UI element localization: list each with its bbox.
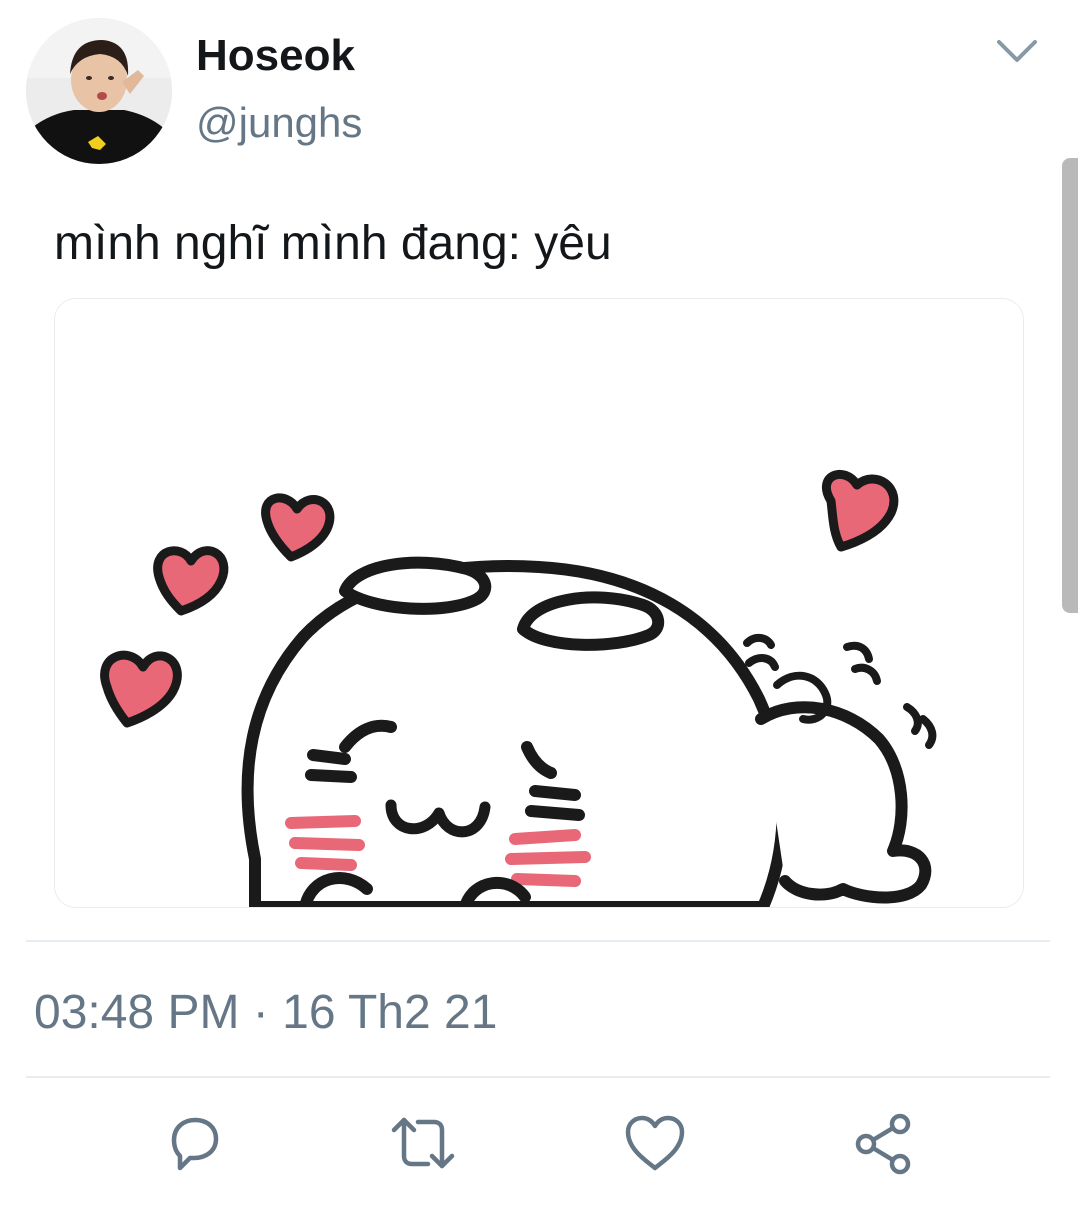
timestamp-separator: · <box>252 986 269 1039</box>
share-button[interactable] <box>852 1110 918 1176</box>
display-name[interactable]: Hoseok <box>196 30 355 82</box>
retweet-icon <box>391 1117 455 1169</box>
chevron-down-icon[interactable] <box>994 34 1040 68</box>
divider <box>26 940 1050 942</box>
retweet-button[interactable] <box>390 1110 456 1176</box>
tweet-media[interactable] <box>54 298 1024 908</box>
share-icon <box>855 1113 911 1175</box>
reply-icon <box>171 1117 219 1171</box>
avatar-image <box>26 18 172 164</box>
tweet-text: mình nghĩ mình đang: yêu <box>54 217 612 270</box>
avatar[interactable] <box>26 18 172 164</box>
divider <box>26 1076 1050 1078</box>
cartoon-image <box>55 299 1023 907</box>
like-button[interactable] <box>622 1110 688 1176</box>
tweet-time: 03:48 PM <box>34 986 240 1039</box>
user-handle[interactable]: @junghs <box>196 98 362 148</box>
tweet-timestamp[interactable]: 03:48 PM · 16 Th2 21 <box>34 984 497 1042</box>
heart-icon <box>625 1115 685 1171</box>
tweet-date: 16 Th2 21 <box>282 986 498 1039</box>
reply-button[interactable] <box>160 1110 226 1176</box>
scrollbar[interactable] <box>1062 158 1078 613</box>
